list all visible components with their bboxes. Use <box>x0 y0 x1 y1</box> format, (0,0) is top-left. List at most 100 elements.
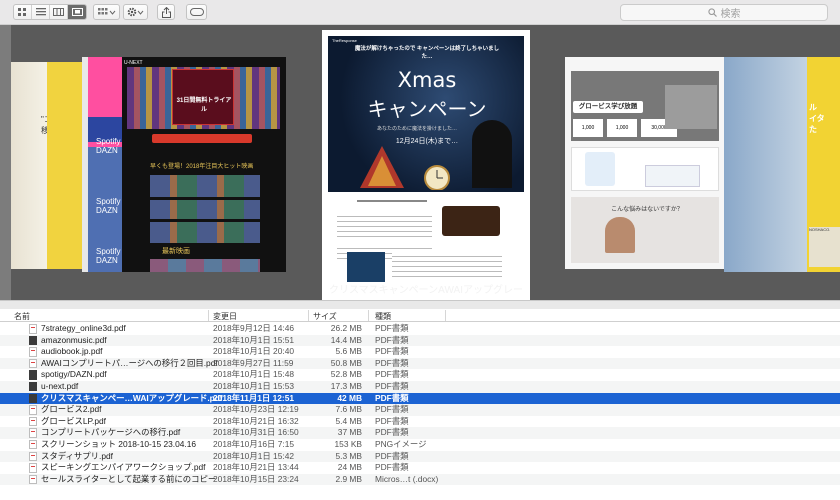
file-name: amazonmusic.pdf <box>41 334 107 345</box>
tag-icon <box>189 8 204 16</box>
file-date: 2018年10月1日 15:51 <box>213 334 295 345</box>
cover-spotify[interactable]: Spotify DAZN Spotify DAZN Spotify DAZN <box>88 57 124 272</box>
file-kind: PDF書類 <box>375 323 409 333</box>
list-view-button[interactable] <box>32 5 50 19</box>
document-icon <box>29 347 37 357</box>
file-size: 42 MB <box>337 392 362 403</box>
coverflow-edge <box>0 25 11 300</box>
coverflow-view-button[interactable] <box>68 5 86 19</box>
cover-globis[interactable]: グロービス学び放題 1,000 1,000 30,000 こんな悩みはないですか… <box>565 57 725 269</box>
search-placeholder: 検索 <box>720 9 741 20</box>
share-icon <box>161 6 171 18</box>
file-kind: PNGイメージ <box>375 438 427 449</box>
file-date: 2018年10月31日 16:50 <box>213 427 299 438</box>
view-mode-segmented-control[interactable] <box>13 4 87 20</box>
file-size: 14.4 MB <box>330 334 362 345</box>
columns-icon <box>53 8 64 16</box>
file-name: 7strategy_online3d.pdf <box>41 323 126 333</box>
file-row[interactable]: spotigy/DAZN.pdf 2018年10月1日 15:48 52.8 MB P… <box>0 369 840 381</box>
xmas-title-jp: キャンペーン <box>367 99 487 121</box>
file-size: 26.2 MB <box>330 323 362 333</box>
cover-xmas-selected[interactable]: TheResponse 魔法が解けちゃったので キャンペーンは終了しちゃいました… <box>322 30 530 300</box>
column-date-header[interactable]: 変更日 <box>213 311 237 322</box>
unext-section2: 最新映画 <box>162 248 190 255</box>
column-kind-header[interactable]: 種類 <box>375 311 391 322</box>
coverflow-area[interactable]: "コ移 SpotifyDAZN SpotifyDAZN SpotifyDAZN … <box>0 25 840 300</box>
xmas-title: Xmas <box>397 68 457 92</box>
file-kind: PDF書類 <box>375 415 409 426</box>
xmas-tree-illustration <box>360 146 450 190</box>
file-kind: PDF書類 <box>375 392 409 403</box>
column-view-button[interactable] <box>50 5 68 19</box>
share-button[interactable] <box>157 4 175 20</box>
file-list: 7strategy_online3d.pdf 2018年9月12日 14:46 26… <box>0 323 840 486</box>
file-date: 2018年10月15日 23:24 <box>213 473 299 484</box>
tag-button[interactable] <box>186 4 207 20</box>
action-button[interactable] <box>123 4 148 20</box>
file-size: 52.8 MB <box>330 369 362 380</box>
file-row[interactable]: audiobook.jp.pdf 2018年10月1日 20:40 5.6 MB PD… <box>0 346 840 358</box>
file-row[interactable]: AWAIコンプリートパ…ージへの移行２回目.pdf 2018年9月27日 11:5… <box>0 357 840 370</box>
file-kind: PDF書類 <box>375 334 409 345</box>
file-name: グロービスLP.pdf <box>41 415 107 426</box>
file-row[interactable]: セールスライターとして起業する前にのコピー 2018年10月15日 23:24 2.… <box>0 473 840 486</box>
column-size-header[interactable]: サイズ <box>313 311 337 322</box>
icon-view-button[interactable] <box>14 5 32 19</box>
document-icon <box>29 335 37 346</box>
globis-headline: グロービス学び放題 <box>573 101 643 113</box>
search-field[interactable]: 検索 <box>620 4 828 21</box>
file-row[interactable]: スタディサプリ.pdf 2018年10月1日 15:42 5.3 MB PDF書類 <box>0 450 840 463</box>
column-name-header[interactable]: 名前 <box>14 311 30 322</box>
file-kind: PDF書類 <box>375 404 409 415</box>
file-size: 5.6 MB <box>335 346 362 357</box>
file-kind: PDF書類 <box>375 357 409 368</box>
file-row[interactable]: スピーキングエンパイアワークショップ.pdf 2018年10月21日 13:44 2… <box>0 462 840 474</box>
document-icon <box>29 451 37 462</box>
file-name: audiobook.jp.pdf <box>41 346 103 357</box>
file-row[interactable]: グロービス2.pdf 2018年10月23日 12:19 7.6 MB PDF書類 <box>0 404 840 416</box>
xmas-brand: TheResponse <box>332 38 357 43</box>
document-icon <box>29 428 37 438</box>
file-size: 17.3 MB <box>330 380 362 391</box>
xmas-subtitle: あなたのために魔法を掛けました… <box>376 126 457 132</box>
file-size: 24 MB <box>337 462 362 473</box>
list-column-header: 名前 変更日 サイズ 種類 <box>0 309 840 322</box>
gear-icon <box>127 7 144 17</box>
globis-stat2: 1,000 <box>607 119 637 137</box>
file-name: クリスマスキャンペー…WAIアップグレード.pdf <box>41 392 223 403</box>
file-kind: PDF書類 <box>375 462 409 473</box>
file-date: 2018年9月12日 14:46 <box>213 323 295 333</box>
cover-far-right[interactable]: ルイタた NOSHACO. <box>807 57 840 272</box>
file-row[interactable]: スクリーンショット 2018-10-15 23.04.16 2018年10月16日… <box>0 439 840 451</box>
file-row-selected[interactable]: クリスマスキャンペー…WAIアップグレード.pdf 2018年11月1日 12:5… <box>0 392 840 405</box>
list-icon <box>35 8 46 16</box>
file-name: グロービス2.pdf <box>41 404 102 415</box>
coverflow-selected-filename: クリスマスキャンペーンAWAIアップグレード.pdf <box>328 285 523 296</box>
document-icon <box>29 405 37 415</box>
cover-unext[interactable]: U-NEXT 31日間無料トライアル 早くも登場！2018年注目大ヒット映画 最… <box>122 57 286 272</box>
finder-toolbar: 検索 <box>0 0 840 25</box>
file-name: スタディサプリ.pdf <box>41 450 114 461</box>
pane-splitter[interactable] <box>0 300 840 309</box>
document-icon <box>29 370 37 380</box>
globis-stat1: 1,000 <box>573 119 603 137</box>
unext-brand: U-NEXT <box>124 60 143 66</box>
file-row[interactable]: コンプリートパッケージへの移行.pdf 2018年10月31日 16:50 37 M… <box>0 427 840 439</box>
file-size: 153 KB <box>334 438 362 449</box>
file-size: 37 MB <box>337 427 362 438</box>
cover-yellow[interactable] <box>47 62 82 269</box>
file-kind: Micros…t (.docx) <box>375 473 439 484</box>
file-date: 2018年10月16日 7:15 <box>213 438 295 449</box>
grid-icon <box>18 7 26 16</box>
file-date: 2018年10月21日 16:32 <box>213 415 299 426</box>
xmas-header-text: 魔法が解けちゃったので キャンペーンは終了しちゃいました… <box>354 46 500 60</box>
cover-right-2[interactable] <box>724 57 810 272</box>
file-row[interactable]: グロービスLP.pdf 2018年10月21日 16:32 5.4 MB PDF書類 <box>0 416 840 428</box>
file-row[interactable]: amazonmusic.pdf 2018年10月1日 15:51 14.4 MB PD… <box>0 334 840 347</box>
file-size: 5.3 MB <box>335 450 362 461</box>
file-row[interactable]: 7strategy_online3d.pdf 2018年9月12日 14:46 26… <box>0 323 840 335</box>
arrange-button[interactable] <box>93 4 120 20</box>
file-kind: PDF書類 <box>375 346 409 357</box>
file-size: 50.8 MB <box>330 357 362 368</box>
file-row[interactable]: u-next.pdf 2018年10月1日 15:53 17.3 MB PDF書類 <box>0 380 840 393</box>
